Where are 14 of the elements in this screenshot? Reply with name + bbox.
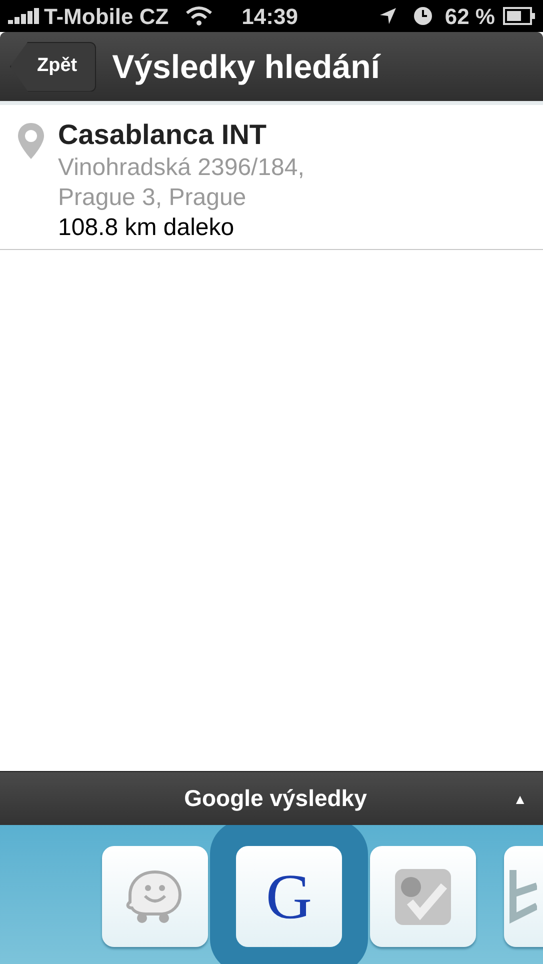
result-row[interactable]: Casablanca INT Vinohradská 2396/184, Prague 3, Prague 108.8 km daleko — [0, 105, 543, 250]
expand-toggle[interactable]: ▲ — [513, 792, 527, 806]
page-title: Výsledky hledání — [112, 46, 380, 87]
place-distance: 108.8 km daleko — [58, 213, 236, 243]
clock-time: 14:39 — [242, 2, 298, 30]
place-address: Prague 3, Prague — [58, 183, 248, 213]
source-title: Google výsledky — [184, 784, 367, 814]
carrier-name: T-Mobile CZ — [44, 2, 169, 30]
back-button[interactable]: Zpět — [10, 42, 96, 92]
place-address: Vinohradská 2396/184, — [58, 153, 304, 183]
google-logo: G — [266, 864, 312, 928]
place-name: Casablanca INT — [58, 118, 268, 152]
provider-tile[interactable]: G — [236, 846, 342, 947]
battery-percent: 62 % — [444, 2, 495, 30]
